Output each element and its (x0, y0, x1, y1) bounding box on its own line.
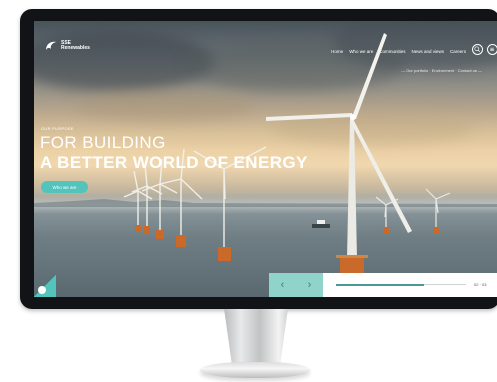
search-icon (474, 46, 481, 53)
hero-title: FOR BUILDING A BETTER WORLD OF ENERGY (40, 133, 308, 173)
chat-icon (38, 286, 46, 294)
chevron-left-icon: ‹ (280, 278, 285, 291)
slider-next-button[interactable]: › (296, 273, 323, 297)
main-nav: Home Who we are Communities News and vie… (331, 49, 466, 54)
sse-swirl-icon (46, 41, 56, 50)
nav-item-who-we-are[interactable]: Who we are (349, 49, 373, 54)
brand-logo[interactable]: SSE Renewables (44, 39, 90, 53)
monitor-stand-base (200, 362, 310, 378)
menu-icon (490, 47, 494, 51)
website-screen: SSE Renewables Home Who we are Communiti… (34, 21, 497, 297)
slider-progress-track (336, 283, 466, 286)
slider-progress-fill (336, 283, 425, 286)
nav-item-home[interactable]: Home (331, 49, 343, 54)
turbine-bases-left (135, 225, 231, 261)
hero-title-line2: A BETTER WORLD OF ENERGY (40, 153, 308, 172)
hero-title-line1: FOR BUILDING (40, 133, 166, 152)
sub-navigation[interactable]: — Our portfolio · Environment · Contact … (401, 68, 482, 73)
nav-item-communities[interactable]: Communities (379, 49, 405, 54)
slider-arrows: ‹ › (269, 273, 323, 297)
nav-item-news[interactable]: News and views (411, 49, 444, 54)
nav-item-careers[interactable]: Careers (450, 49, 466, 54)
who-we-are-button[interactable]: Who we are (41, 181, 88, 193)
monitor-bezel: SSE Renewables Home Who we are Communiti… (20, 9, 497, 309)
slider-prev-button[interactable]: ‹ (269, 273, 296, 297)
brand-name-line2: Renewables (61, 45, 90, 51)
menu-button[interactable] (487, 44, 497, 55)
hero-eyebrow: OUR PURPOSE (41, 126, 74, 131)
boat (312, 220, 330, 228)
corner-tab[interactable] (34, 275, 56, 297)
search-button[interactable] (472, 44, 483, 55)
brand-name: SSE Renewables (61, 40, 90, 52)
turbine-far-right (375, 188, 451, 233)
chevron-right-icon: › (307, 278, 312, 291)
slide-counter: 02 · 03 (474, 282, 487, 287)
monitor-stand-neck (224, 309, 288, 363)
